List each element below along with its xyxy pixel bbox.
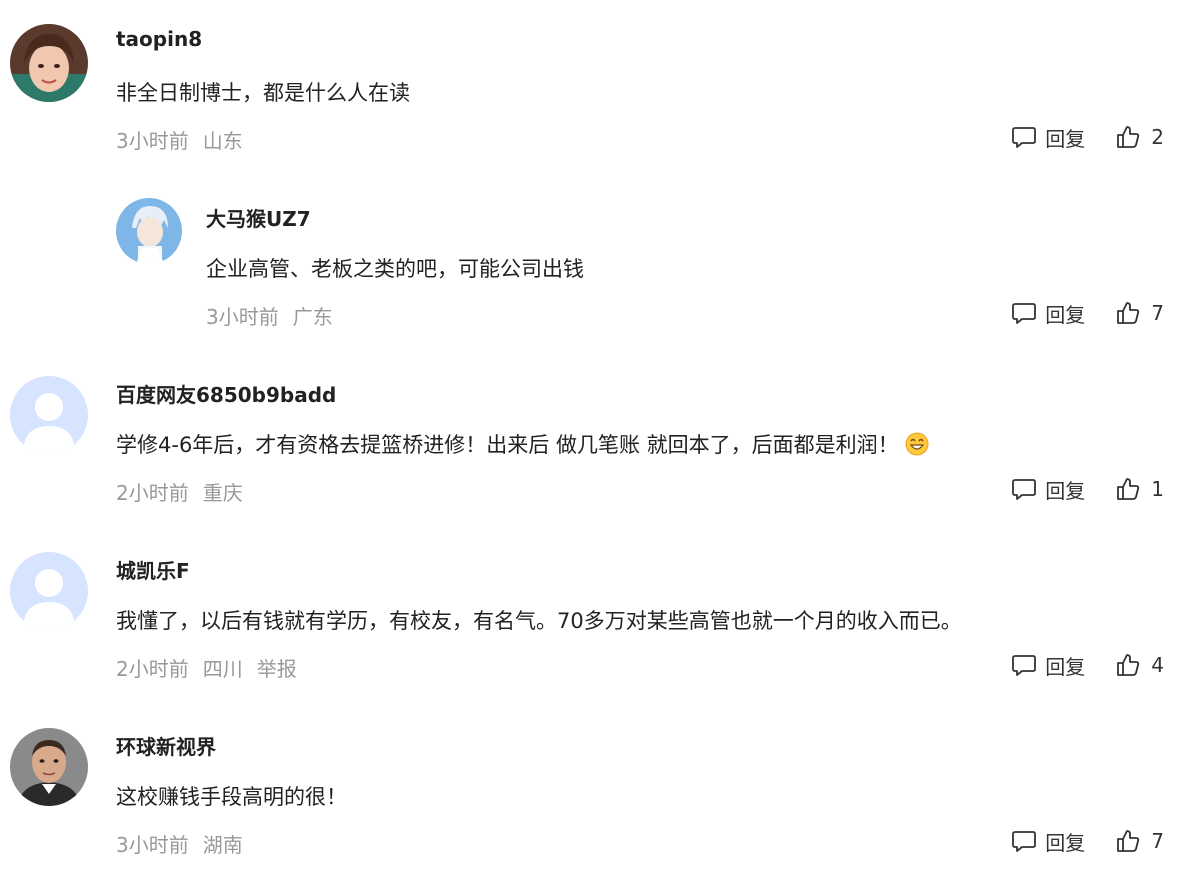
location: 重庆 — [202, 481, 243, 505]
comment-item: 百度网友6850b9badd 学修4-6年后，才有资格去提篮桥进修！出来后 做几… — [0, 352, 1188, 528]
like-button[interactable]: 4 — [1115, 652, 1164, 678]
comment-actions: 回复 7 — [1011, 825, 1164, 857]
grinning-face-emoji-icon — [905, 432, 929, 456]
reply-button[interactable]: 回复 — [1011, 123, 1085, 152]
comment-actions: 回复 1 — [1011, 473, 1164, 505]
reply-label: 回复 — [1045, 126, 1086, 151]
thumbs-up-icon — [1117, 478, 1140, 500]
user-photo-icon — [10, 728, 88, 806]
username[interactable]: 大马猴UZ7 — [206, 203, 311, 232]
like-count: 7 — [1151, 301, 1164, 325]
timestamp: 3小时前 — [116, 129, 189, 153]
avatar[interactable] — [10, 728, 88, 806]
location: 四川 — [202, 657, 243, 681]
like-button[interactable]: 7 — [1115, 828, 1164, 854]
like-count: 1 — [1151, 477, 1164, 501]
default-user-icon — [10, 376, 88, 454]
avatar[interactable] — [10, 24, 88, 102]
chat-bubble-icon — [1012, 479, 1037, 500]
comment-text: 企业高管、老板之类的吧，可能公司出钱 — [206, 257, 584, 281]
reply-item: 大马猴UZ7 企业高管、老板之类的吧，可能公司出钱 3小时前 广东 回复 7 — [0, 176, 1188, 352]
comment-text: 学修4-6年后，才有资格去提篮桥进修！出来后 做几笔账 就回本了，后面都是利润！ — [116, 429, 929, 459]
username[interactable]: 环球新视界 — [116, 731, 216, 760]
timestamp: 3小时前 — [116, 833, 189, 857]
reply-label: 回复 — [1045, 654, 1086, 679]
default-user-icon — [10, 552, 88, 630]
timestamp: 2小时前 — [116, 657, 189, 681]
comment-text-body: 学修4-6年后，才有资格去提篮桥进修！出来后 做几笔账 就回本了，后面都是利润！ — [116, 433, 899, 457]
comment-meta: 3小时前 山东 — [116, 125, 257, 154]
location: 湖南 — [202, 833, 243, 857]
reply-button[interactable]: 回复 — [1011, 827, 1085, 856]
location: 山东 — [202, 129, 243, 153]
avatar[interactable] — [116, 198, 182, 264]
timestamp: 3小时前 — [206, 305, 279, 329]
comment-text: 这校赚钱手段高明的很！ — [116, 785, 347, 809]
chat-bubble-icon — [1012, 655, 1037, 676]
comment-text: 我懂了，以后有钱就有学历，有校友，有名气。70多万对某些高管也就一个月的收入而已… — [116, 609, 962, 633]
avatar[interactable] — [10, 552, 88, 630]
comment-meta: 3小时前 湖南 — [116, 829, 257, 858]
comment-meta: 2小时前 四川 举报 — [116, 653, 311, 682]
report-link[interactable]: 举报 — [257, 657, 297, 681]
location: 广东 — [292, 305, 333, 329]
comment-item: 城凯乐F 我懂了，以后有钱就有学历，有校友，有名气。70多万对某些高管也就一个月… — [0, 528, 1188, 704]
timestamp: 2小时前 — [116, 481, 189, 505]
reply-label: 回复 — [1045, 302, 1086, 327]
reply-label: 回复 — [1045, 478, 1086, 503]
thumbs-up-icon — [1117, 302, 1140, 324]
thumbs-up-icon — [1117, 126, 1140, 148]
user-photo-icon — [10, 24, 88, 102]
comment-item: 环球新视界 这校赚钱手段高明的很！ 3小时前 湖南 回复 7 — [0, 704, 1188, 880]
anime-character-icon — [116, 198, 182, 264]
thumbs-up-icon — [1117, 830, 1140, 852]
reply-label: 回复 — [1045, 830, 1086, 855]
comment-text: 非全日制博士，都是什么人在读 — [116, 81, 410, 105]
username[interactable]: 城凯乐F — [116, 555, 190, 584]
comment-item: taopin8 非全日制博士，都是什么人在读 3小时前 山东 回复 2 — [0, 0, 1188, 176]
avatar[interactable] — [10, 376, 88, 454]
thumbs-up-icon — [1117, 654, 1140, 676]
comment-actions: 回复 7 — [1011, 297, 1164, 329]
username[interactable]: 百度网友6850b9badd — [116, 379, 336, 408]
like-button[interactable]: 1 — [1115, 476, 1164, 502]
comment-actions: 回复 2 — [1011, 121, 1164, 153]
like-count: 7 — [1151, 829, 1164, 853]
like-button[interactable]: 2 — [1115, 124, 1164, 150]
comment-meta: 2小时前 重庆 — [116, 477, 257, 506]
like-count: 2 — [1151, 125, 1164, 149]
comment-actions: 回复 4 — [1011, 649, 1164, 681]
like-button[interactable]: 7 — [1115, 300, 1164, 326]
reply-button[interactable]: 回复 — [1011, 475, 1085, 504]
username[interactable]: taopin8 — [116, 27, 202, 51]
like-count: 4 — [1151, 653, 1164, 677]
reply-button[interactable]: 回复 — [1011, 299, 1085, 328]
comment-meta: 3小时前 广东 — [206, 301, 347, 330]
chat-bubble-icon — [1012, 303, 1037, 324]
chat-bubble-icon — [1012, 127, 1037, 148]
reply-button[interactable]: 回复 — [1011, 651, 1085, 680]
chat-bubble-icon — [1012, 831, 1037, 852]
